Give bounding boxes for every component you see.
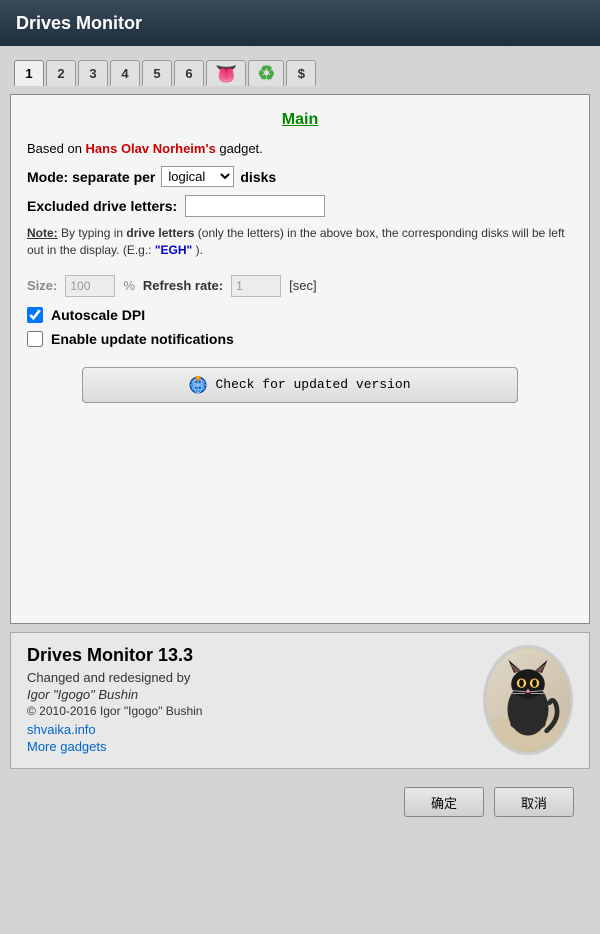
size-input[interactable] [65,275,115,297]
tab-4-label: 4 [121,66,128,81]
excluded-label: Excluded drive letters: [27,198,177,214]
confirm-button[interactable]: 确定 [404,787,484,817]
tab-2[interactable]: 2 [46,60,76,86]
based-on-prefix: Based on [27,141,86,156]
tabs-row: 1 2 3 4 5 6 👅 ♻ $ [10,56,590,86]
check-button-label: Check for updated version [215,377,410,392]
app-version-title: Drives Monitor 13.3 [27,645,467,666]
excluded-input[interactable] [185,195,325,217]
tab-2-label: 2 [57,66,64,81]
content-panel: Main Based on Hans Olav Norheim's gadget… [10,94,590,624]
footer-buttons: 确定 取消 [10,777,590,827]
gadget-suffix: gadget. [216,141,263,156]
mode-select[interactable]: logical physical all [161,166,234,187]
mode-label: Mode: separate per [27,169,155,185]
tab-1[interactable]: 1 [14,60,44,86]
tab-5[interactable]: 5 [142,60,172,86]
bottom-text: Drives Monitor 13.3 Changed and redesign… [27,645,467,756]
mode-row: Mode: separate per logical physical all … [27,166,573,187]
tab-6[interactable]: 6 [174,60,204,86]
cat-svg [486,648,570,752]
note-example: "EGH" [155,243,192,257]
size-unit: % [123,278,135,293]
refresh-label: Refresh rate: [143,278,223,293]
bottom-section: Drives Monitor 13.3 Changed and redesign… [10,632,590,769]
panel-title: Main [27,111,573,129]
tab-4[interactable]: 4 [110,60,140,86]
size-label: Size: [27,278,57,293]
note-text: Note: By typing in drive letters (only t… [27,225,573,259]
size-refresh-row: Size: % Refresh rate: [sec] [27,275,573,297]
main-container: 1 2 3 4 5 6 👅 ♻ $ Main Based on Hans Ol [0,46,600,934]
tab-lips-icon-label: 👅 [215,65,237,83]
update-notify-label: Enable update notifications [51,331,234,347]
note-text-1: By typing in [61,226,126,240]
tab-5-label: 5 [153,66,160,81]
author-name: Hans Olav Norheim's [86,141,216,156]
tab-dollar[interactable]: $ [286,60,316,86]
author-italic: Igor "Igogo" Bushin [27,687,138,702]
tab-3-label: 3 [89,66,96,81]
tab-lips-icon[interactable]: 👅 [206,60,246,86]
refresh-unit: [sec] [289,278,316,293]
based-on-text: Based on Hans Olav Norheim's gadget. [27,141,573,156]
check-update-button[interactable]: Check for updated version [82,367,519,403]
tab-1-label: 1 [25,66,32,81]
autoscale-row: Autoscale DPI [27,307,573,323]
tab-6-label: 6 [185,66,192,81]
autoscale-label: Autoscale DPI [51,307,145,323]
more-gadgets-link[interactable]: More gadgets [27,739,467,754]
globe-icon [189,376,207,394]
note-end: ). [196,243,203,257]
drive-letters-text: drive letters [126,226,194,240]
app-title: Drives Monitor [16,13,142,34]
note-label: Note: [27,226,58,240]
excluded-row: Excluded drive letters: [27,195,573,217]
title-bar: Drives Monitor [0,0,600,46]
disks-label: disks [240,169,276,185]
cat-image [483,645,573,755]
update-notify-row: Enable update notifications [27,331,573,347]
tab-recycle-icon[interactable]: ♻ [248,60,284,86]
author-italic-text: Igor "Igogo" Bushin [27,687,467,702]
tab-dollar-label: $ [298,66,305,81]
shvaika-link[interactable]: shvaika.info [27,722,467,737]
copyright-text: © 2010-2016 Igor "Igogo" Bushin [27,704,467,718]
update-notify-checkbox[interactable] [27,331,43,347]
cancel-button[interactable]: 取消 [494,787,574,817]
changed-by-text: Changed and redesigned by [27,670,467,685]
autoscale-checkbox[interactable] [27,307,43,323]
tab-recycle-icon-label: ♻ [257,64,275,84]
refresh-input[interactable] [231,275,281,297]
tab-3[interactable]: 3 [78,60,108,86]
